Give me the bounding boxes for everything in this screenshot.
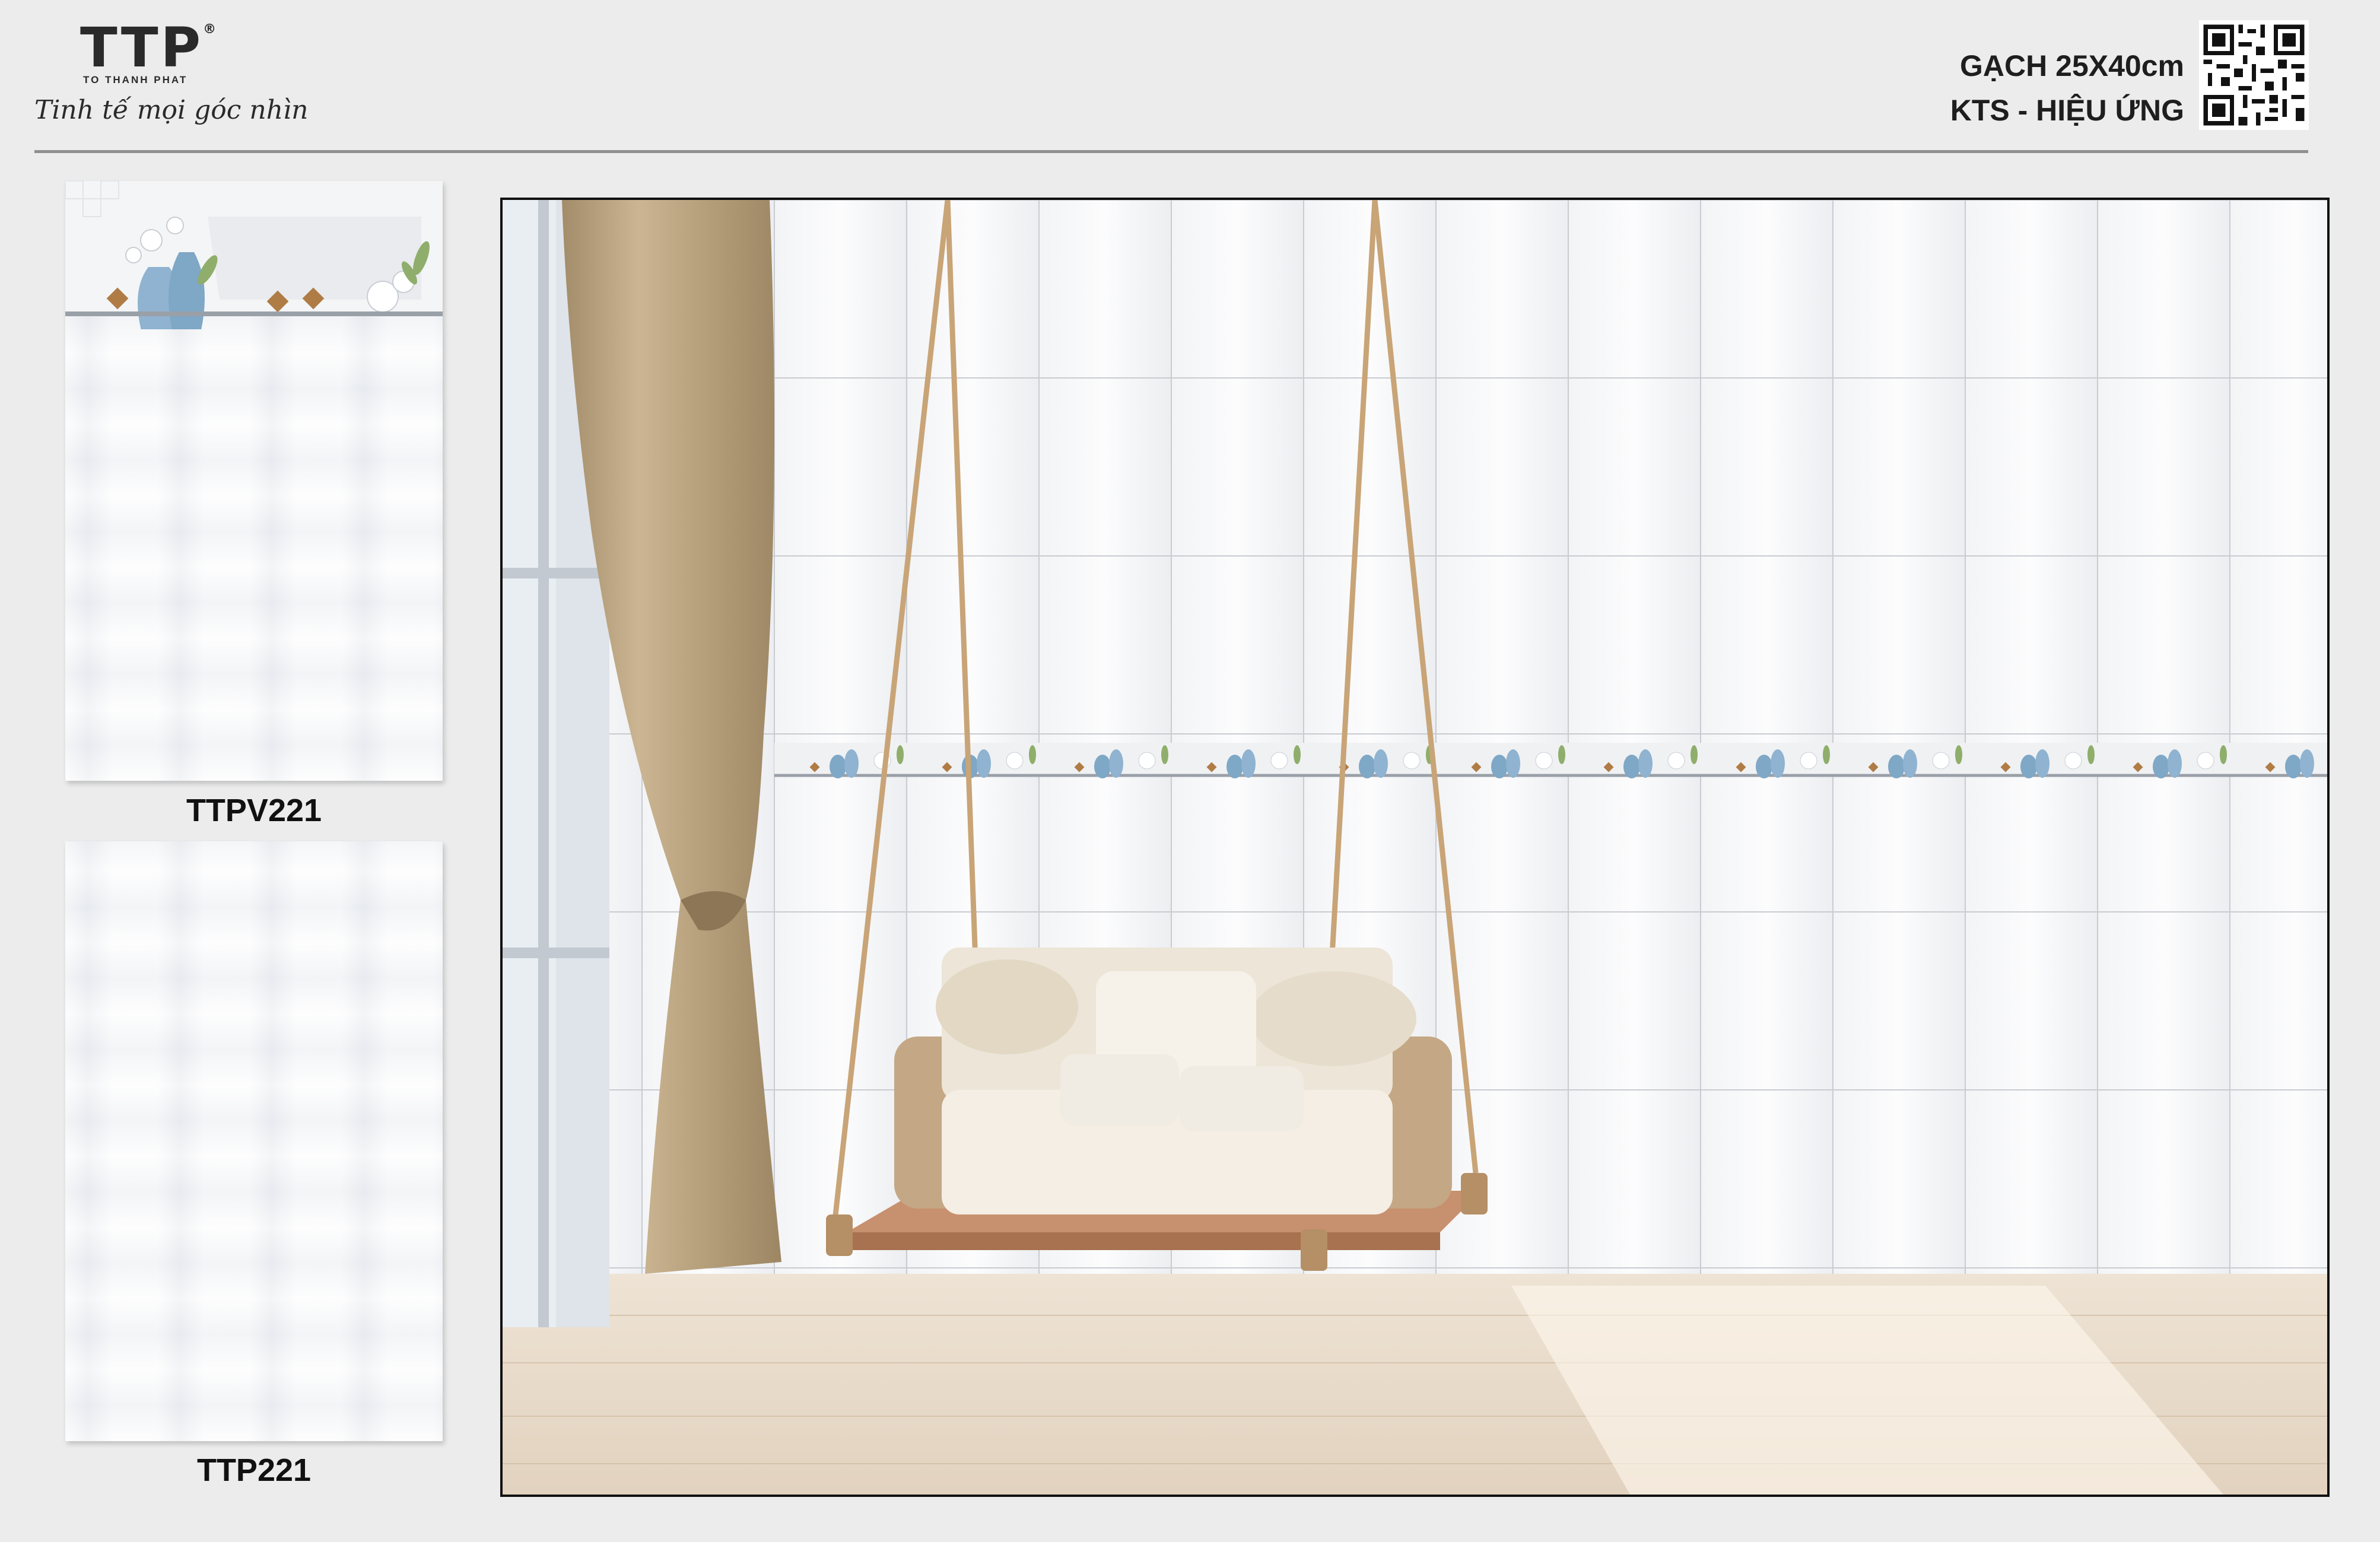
qr-code-icon[interactable] [2199,20,2309,130]
wall-border-band [774,743,2327,778]
room-preview-image [500,198,2330,1497]
tile-code-label: TTP221 [196,1452,312,1488]
brand-logo: TTP® [80,21,218,75]
brand-company-name: TO THANH PHAT [83,74,188,85]
tile-size-label: GẠCH 25X40cm [1960,49,2184,82]
header-divider [34,150,2308,153]
tile-thumbnail-ttpv221[interactable] [65,181,443,781]
tile-code-label: TTPV221 [186,793,322,828]
tile-thumbnail-ttp221[interactable] [65,841,443,1441]
brand-logo-text: TTP [80,16,204,80]
tile-type-label: KTS - HIỆU ỨNG [1950,94,2184,127]
floral-border-decor-icon [65,181,443,329]
brand-slogan: Tinh tế mọi góc nhìn [34,95,309,125]
registered-mark: ® [203,22,219,37]
wave-shading [65,841,443,1441]
